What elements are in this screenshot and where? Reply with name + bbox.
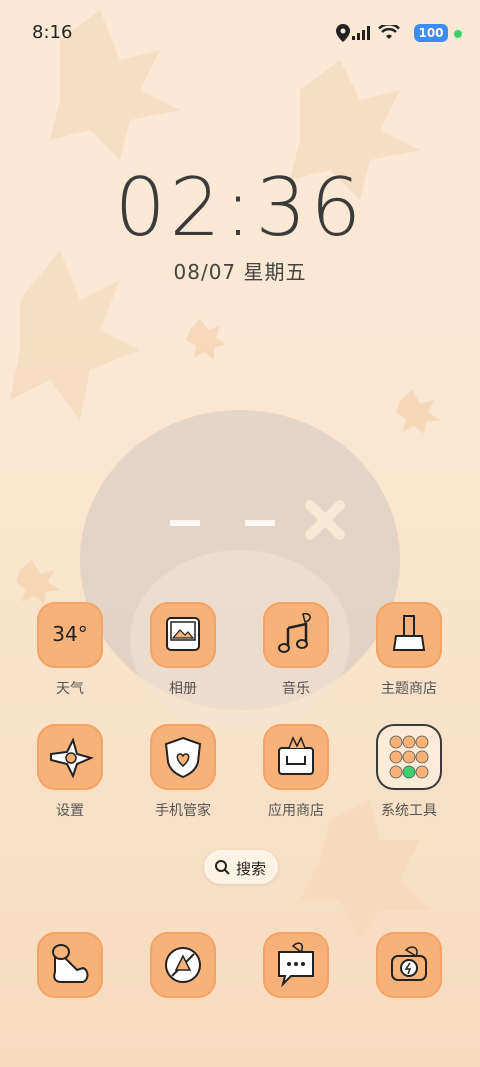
app-label: 相册 xyxy=(169,681,197,697)
lockscreen-clock: 02:36 xyxy=(114,161,366,254)
store-bag-icon xyxy=(263,724,329,790)
weather-icon: 34° xyxy=(37,602,103,668)
app-music[interactable]: 音乐 xyxy=(241,602,351,698)
app-label: 天气 xyxy=(56,681,84,697)
folder-icon xyxy=(376,724,442,790)
camera-icon xyxy=(376,932,442,998)
signal-icon xyxy=(352,26,370,40)
app-settings[interactable]: 设置 xyxy=(15,724,125,820)
app-label: 应用商店 xyxy=(268,803,324,819)
app-label: 音乐 xyxy=(282,681,310,697)
battery-indicator: 100 xyxy=(414,24,448,42)
app-app-store[interactable]: 应用商店 xyxy=(241,724,351,820)
brush-icon xyxy=(376,602,442,668)
app-label: 手机管家 xyxy=(155,803,211,819)
privacy-dot-icon xyxy=(454,30,462,38)
music-icon xyxy=(263,602,329,668)
message-icon xyxy=(263,932,329,998)
location-icon xyxy=(336,24,350,42)
search-label: 搜索 xyxy=(236,860,267,878)
wifi-icon xyxy=(378,25,400,39)
dock-browser[interactable] xyxy=(128,932,238,998)
app-system-tools[interactable]: 系统工具 xyxy=(354,724,464,820)
status-bar: 8:16 100 xyxy=(0,0,480,66)
search-button[interactable]: 搜索 xyxy=(204,850,278,884)
dock-camera[interactable] xyxy=(354,932,464,998)
app-weather[interactable]: 34° 天气 xyxy=(15,602,125,698)
search-icon xyxy=(215,860,230,875)
app-gallery[interactable]: 相册 xyxy=(128,602,238,698)
app-label: 设置 xyxy=(56,803,84,819)
shield-icon xyxy=(150,724,216,790)
app-theme-store[interactable]: 主题商店 xyxy=(354,602,464,698)
gallery-icon xyxy=(150,602,216,668)
lockscreen-date: 08/07 星期五 xyxy=(173,260,307,284)
app-phone-manager[interactable]: 手机管家 xyxy=(128,724,238,820)
dock-phone[interactable] xyxy=(15,932,125,998)
status-time: 8:16 xyxy=(32,22,73,43)
phone-icon xyxy=(37,932,103,998)
weather-temp: 34° xyxy=(52,622,88,646)
browser-icon xyxy=(150,932,216,998)
app-label: 系统工具 xyxy=(381,803,437,819)
app-label: 主题商店 xyxy=(381,681,437,697)
dock-messages[interactable] xyxy=(241,932,351,998)
settings-icon xyxy=(37,724,103,790)
status-icons: 100 xyxy=(322,20,462,48)
